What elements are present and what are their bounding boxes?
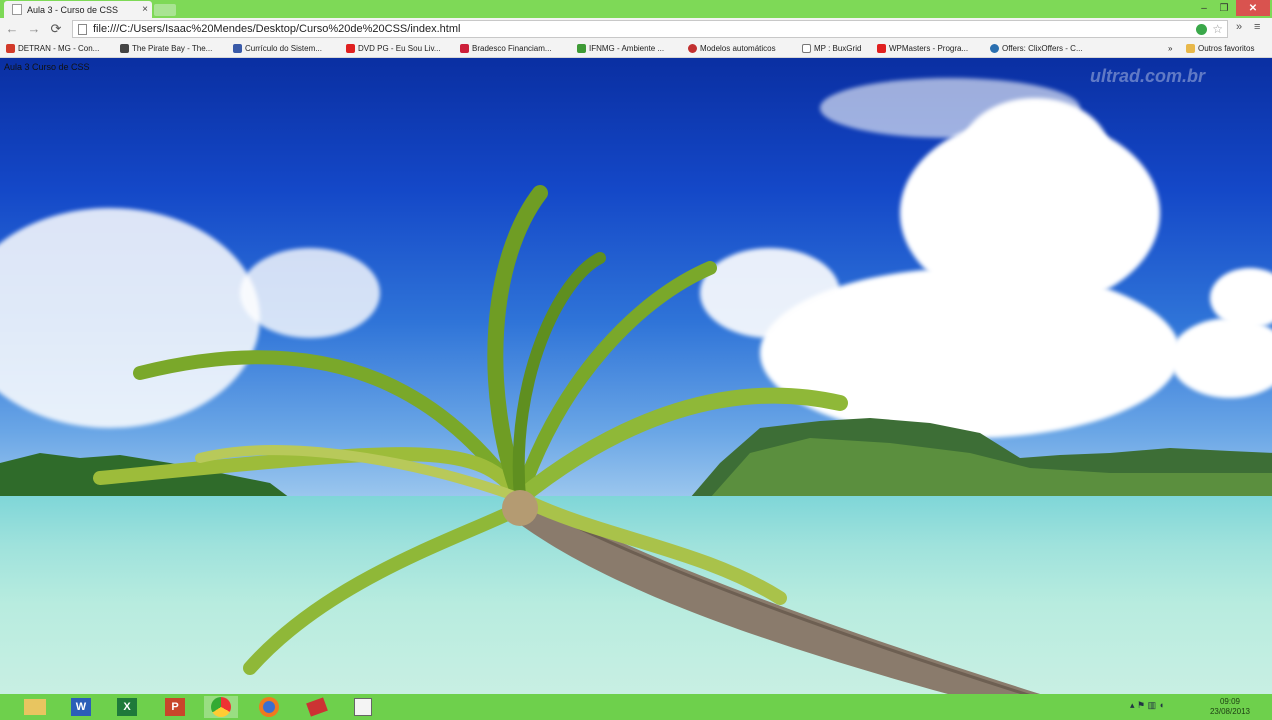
page-content: ultrad.com.br Aula 3 Curso de CSS — [0, 58, 1272, 694]
bookmark-icon — [120, 44, 129, 53]
bookmark-item[interactable]: DVD PG - Eu Sou Liv... — [346, 42, 441, 55]
watermark: ultrad.com.br — [1090, 66, 1206, 86]
chrome-icon[interactable] — [204, 696, 238, 718]
bookmark-icon — [688, 44, 697, 53]
bookmark-item[interactable]: Bradesco Financiam... — [460, 42, 552, 55]
forward-arrow-icon[interactable]: → — [26, 21, 42, 37]
other-bookmarks[interactable]: Outros favoritos — [1186, 42, 1254, 55]
bookmark-icon — [990, 44, 999, 53]
clock-date: 23/08/2013 — [1209, 707, 1251, 716]
system-tray-icons[interactable]: ▴ ⚑ ▥ ◖ — [1130, 700, 1164, 711]
extension-check-icon[interactable] — [1196, 23, 1208, 35]
reload-icon[interactable]: ⟳ — [48, 21, 64, 37]
tab-aula3[interactable]: Aula 3 - Curso de CSS × — [4, 1, 152, 18]
page-heading: Aula 3 Curso de CSS — [4, 62, 90, 72]
bookmark-item[interactable]: Offers: ClixOffers - C... — [990, 42, 1083, 55]
bookmark-item[interactable]: IFNMG - Ambiente ... — [577, 42, 664, 55]
minimize-button[interactable]: – — [1194, 0, 1214, 16]
app-icon[interactable] — [300, 696, 334, 718]
palm-tree — [93, 185, 1041, 694]
word-icon[interactable]: W — [64, 696, 98, 718]
new-tab-button[interactable] — [154, 4, 176, 16]
tab-title: Aula 3 - Curso de CSS — [27, 4, 119, 15]
explorer-icon[interactable] — [18, 696, 52, 718]
address-bar[interactable]: file:///C:/Users/Isaac%20Mendes/Desktop/… — [72, 20, 1228, 38]
bookmark-star-icon[interactable]: ☆ — [1212, 22, 1223, 36]
browser-toolbar: ← → ⟳ file:///C:/Users/Isaac%20Mendes/De… — [0, 18, 1272, 40]
bookmark-icon — [802, 44, 811, 53]
bookmark-icon — [346, 44, 355, 53]
bookmark-item[interactable]: DETRAN - MG - Con... — [6, 42, 99, 55]
bookmark-item[interactable]: WPMasters - Progra... — [877, 42, 968, 55]
page-icon — [12, 4, 22, 15]
firefox-icon[interactable] — [252, 696, 286, 718]
browser-window: Aula 3 - Curso de CSS × – ❐ ✕ ← → ⟳ file… — [0, 0, 1272, 720]
bookmark-icon — [6, 44, 15, 53]
excel-icon[interactable]: X — [110, 696, 144, 718]
bookmark-icon — [577, 44, 586, 53]
back-arrow-icon[interactable]: ← — [4, 21, 20, 37]
powerpoint-icon[interactable]: P — [158, 696, 192, 718]
bookmark-item[interactable]: MP : BuxGrid — [802, 42, 861, 55]
bookmark-item[interactable]: Currículo do Sistem... — [233, 42, 322, 55]
bookmarks-bar: DETRAN - MG - Con... The Pirate Bay - Th… — [0, 40, 1272, 58]
menu-icon[interactable]: ≡ — [1254, 21, 1260, 33]
close-tab-icon[interactable]: × — [138, 4, 152, 15]
url-text[interactable]: file:///C:/Users/Isaac%20Mendes/Desktop/… — [93, 23, 1196, 35]
maximize-button[interactable]: ❐ — [1214, 0, 1234, 16]
overflow-icon[interactable]: » — [1236, 21, 1242, 33]
paint-icon[interactable] — [346, 696, 380, 718]
close-window-button[interactable]: ✕ — [1236, 0, 1270, 16]
taskbar: W X P ▴ ⚑ ▥ ◖ 09:09 23/08/2013 — [0, 694, 1272, 720]
bookmarks-overflow-icon[interactable]: » — [1168, 42, 1172, 55]
bookmark-icon — [877, 44, 886, 53]
clock-time: 09:09 — [1219, 697, 1241, 706]
tab-strip: Aula 3 - Curso de CSS × – ❐ ✕ — [0, 0, 1272, 18]
folder-icon — [1186, 44, 1195, 53]
bookmark-icon — [233, 44, 242, 53]
bookmark-item[interactable]: The Pirate Bay - The... — [120, 42, 212, 55]
file-icon — [78, 23, 87, 35]
bookmark-icon — [460, 44, 469, 53]
bookmark-item[interactable]: Modelos automáticos — [688, 42, 776, 55]
clock[interactable]: 09:09 23/08/2013 — [1200, 697, 1260, 717]
